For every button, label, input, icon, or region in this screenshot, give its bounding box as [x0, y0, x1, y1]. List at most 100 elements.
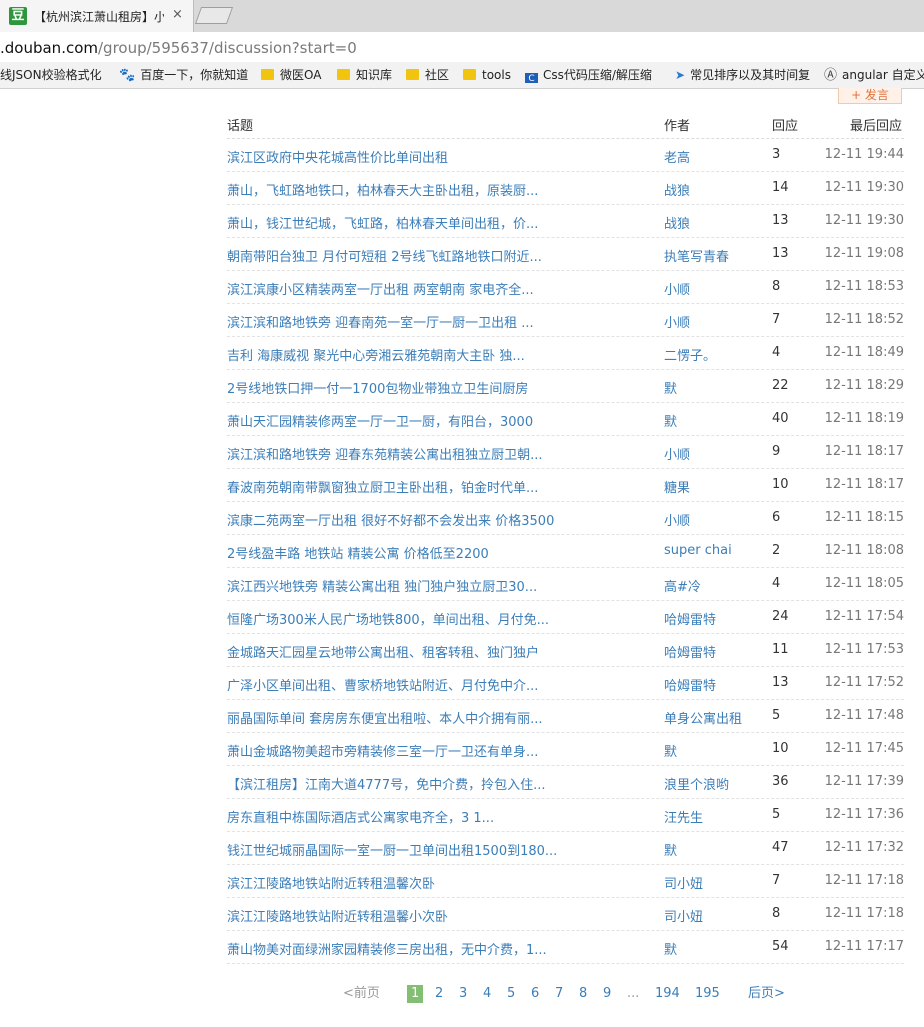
- topic-link[interactable]: 金城路天汇园星云地带公寓出租、租客转租、独门独户: [227, 642, 647, 661]
- folder-icon: [261, 69, 274, 80]
- bookmark-folder-community[interactable]: 社区: [406, 67, 449, 83]
- author-link[interactable]: 默: [664, 939, 764, 958]
- reply-count: 13: [772, 246, 789, 261]
- last-reply-time: 12-11 17:54: [824, 609, 904, 624]
- author-link[interactable]: 糖果: [664, 477, 764, 496]
- url-text[interactable]: .douban.com/group/595637/discussion?star…: [0, 39, 357, 57]
- author-link[interactable]: 汪先生: [664, 807, 764, 826]
- author-link[interactable]: 浪里个浪哟: [664, 774, 764, 793]
- topic-link[interactable]: 房东直租中栋国际酒店式公寓家电齐全，3 1...: [227, 807, 647, 826]
- reply-count: 7: [772, 873, 781, 888]
- author-link[interactable]: 战狼: [664, 213, 764, 232]
- topic-link[interactable]: 滨康二苑两室一厅出租 很好不好都不会发出来 价格3500: [227, 510, 647, 529]
- author-link[interactable]: 哈姆雷特: [664, 642, 764, 661]
- browser-tab-active[interactable]: 豆 【杭州滨江萧山租房】小 ×: [0, 0, 194, 32]
- topic-link[interactable]: 滨江江陵路地铁站附近转租温馨小次卧: [227, 906, 647, 925]
- folder-icon: [406, 69, 419, 80]
- table-row: 萧山物美对面绿洲家园精装修三房出租，无中介费，1... 默 54 12-11 17:1…: [227, 931, 904, 964]
- page-link-5[interactable]: 5: [507, 985, 515, 1003]
- last-reply-time: 12-11 17:52: [824, 675, 904, 690]
- topic-link[interactable]: 钱江世纪城丽晶国际一室一厨一卫单间出租1500到180...: [227, 840, 647, 859]
- author-link[interactable]: 小顺: [664, 444, 764, 463]
- topic-link[interactable]: 滨江滨和路地铁旁 迎春东苑精装公寓出租独立厨卫朝...: [227, 444, 647, 463]
- table-row: 丽晶国际单间 套房房东便宜出租啦、本人中介拥有丽... 单身公寓出租 5 12-11 …: [227, 700, 904, 733]
- author-link[interactable]: 默: [664, 840, 764, 859]
- page-link-7[interactable]: 7: [555, 985, 563, 1003]
- author-link[interactable]: 单身公寓出租: [664, 708, 764, 727]
- author-link[interactable]: 哈姆雷特: [664, 675, 764, 694]
- last-reply-time: 12-11 18:52: [824, 312, 904, 327]
- page-link-194[interactable]: 194: [655, 985, 680, 1003]
- topic-link[interactable]: 滨江区政府中央花城高性价比单间出租: [227, 147, 647, 166]
- page-ellipsis: ...: [627, 986, 640, 1001]
- reply-count: 5: [772, 807, 781, 822]
- last-reply-time: 12-11 17:39: [824, 774, 904, 789]
- last-reply-time: 12-11 19:30: [824, 213, 904, 228]
- topic-link[interactable]: 春波南苑朝南带飘窗独立厨卫主卧出租，铂金时代单...: [227, 477, 647, 496]
- reply-count: 2: [772, 543, 781, 558]
- last-reply-time: 12-11 17:45: [824, 741, 904, 756]
- topic-link[interactable]: 滨江西兴地铁旁 精装公寓出租 独门独户独立厨卫30...: [227, 576, 647, 595]
- topic-link[interactable]: 吉利 海康威视 聚光中心旁湘云雅苑朝南大主卧 独...: [227, 345, 647, 364]
- author-link[interactable]: 哈姆雷特: [664, 609, 764, 628]
- author-link[interactable]: 小顺: [664, 279, 764, 298]
- page-link-6[interactable]: 6: [531, 985, 539, 1003]
- next-page-button[interactable]: 后页>: [748, 985, 785, 1003]
- topic-link[interactable]: 恒隆广场300米人民广场地铁800，单间出租、月付免...: [227, 609, 647, 628]
- topic-link[interactable]: 朝南带阳台独卫 月付可短租 2号线飞虹路地铁口附近...: [227, 246, 647, 265]
- topic-link[interactable]: 2号线盈丰路 地铁站 精装公寓 价格低至2200: [227, 543, 647, 562]
- page-link-4[interactable]: 4: [483, 985, 491, 1003]
- table-row: 萧山天汇园精装修两室一厅一卫一厨，有阳台，3000 默 40 12-11 18:19: [227, 403, 904, 436]
- topic-link[interactable]: 【滨江租房】江南大道4777号，免中介费，拎包入住...: [227, 774, 647, 793]
- author-link[interactable]: 老高: [664, 147, 764, 166]
- topic-link[interactable]: 2号线地铁口押一付一1700包物业带独立卫生间厨房: [227, 378, 647, 397]
- reply-count: 14: [772, 180, 789, 195]
- author-link[interactable]: 默: [664, 411, 764, 430]
- table-row: 滨江滨和路地铁旁 迎春东苑精装公寓出租独立厨卫朝... 小顺 9 12-11 18:1…: [227, 436, 904, 469]
- page-1-current: 1: [407, 985, 424, 1003]
- author-link[interactable]: 司小妞: [664, 906, 764, 925]
- topic-link[interactable]: 广泽小区单间出租、曹家桥地铁站附近、月付免中介...: [227, 675, 647, 694]
- page-link-195[interactable]: 195: [695, 985, 720, 1003]
- author-link[interactable]: 二愣子。: [664, 345, 764, 364]
- author-link[interactable]: super chai: [664, 543, 764, 558]
- topic-link[interactable]: 滨江滨康小区精装两室一厅出租 两室朝南 家电齐全...: [227, 279, 647, 298]
- bookmark-baidu[interactable]: 🐾 百度一下，你就知道: [119, 67, 248, 83]
- topic-link[interactable]: 萧山金城路物美超市旁精装修三室一厅一卫还有单身...: [227, 741, 647, 760]
- author-link[interactable]: 高#冷: [664, 576, 764, 595]
- bookmark-folder-knowledge[interactable]: 知识库: [337, 67, 392, 83]
- discussion-table: 话题 作者 回应 最后回应 滨江区政府中央花城高性价比单间出租 老高 3 12-11 …: [227, 106, 904, 964]
- topic-link[interactable]: 滨江江陵路地铁站附近转租温馨次卧: [227, 873, 647, 892]
- tab-close-icon[interactable]: ×: [172, 7, 183, 22]
- bookmark-angular[interactable]: Ⓐangular 自定义: [824, 67, 924, 83]
- bookmark-json-validator[interactable]: 线JSON校验格式化: [0, 67, 102, 83]
- page-link-3[interactable]: 3: [459, 985, 467, 1003]
- reply-count: 24: [772, 609, 789, 624]
- author-link[interactable]: 小顺: [664, 510, 764, 529]
- author-link[interactable]: 默: [664, 378, 764, 397]
- author-link[interactable]: 司小妞: [664, 873, 764, 892]
- author-link[interactable]: 小顺: [664, 312, 764, 331]
- topic-link[interactable]: 萧山物美对面绿洲家园精装修三房出租，无中介费，1...: [227, 939, 647, 958]
- author-link[interactable]: 执笔写青春: [664, 246, 764, 265]
- bookmark-folder-oa[interactable]: 微医OA: [261, 67, 321, 83]
- author-link[interactable]: 战狼: [664, 180, 764, 199]
- topic-link[interactable]: 滨江滨和路地铁旁 迎春南苑一室一厅一厨一卫出租 ...: [227, 312, 647, 331]
- post-button[interactable]: + 发言: [838, 88, 902, 104]
- topic-link[interactable]: 萧山，飞虹路地铁口，柏林春天大主卧出租，原装厨...: [227, 180, 647, 199]
- topic-link[interactable]: 丽晶国际单间 套房房东便宜出租啦、本人中介拥有丽...: [227, 708, 647, 727]
- page-link-2[interactable]: 2: [435, 985, 443, 1003]
- page-link-8[interactable]: 8: [579, 985, 587, 1003]
- address-bar[interactable]: .douban.com/group/595637/discussion?star…: [0, 32, 924, 63]
- topic-link[interactable]: 萧山天汇园精装修两室一厅一卫一厨，有阳台，3000: [227, 411, 647, 430]
- paper-plane-icon: ➤: [675, 68, 686, 82]
- table-row: 恒隆广场300米人民广场地铁800，单间出租、月付免... 哈姆雷特 24 12-11…: [227, 601, 904, 634]
- page-link-9[interactable]: 9: [603, 985, 611, 1003]
- bookmark-folder-tools[interactable]: tools: [463, 67, 511, 83]
- bookmark-css-compress[interactable]: C Css代码压缩/解压缩: [525, 67, 661, 83]
- new-tab-button[interactable]: [194, 7, 234, 24]
- topic-link[interactable]: 萧山，钱江世纪城，飞虹路，柏林春天单间出租，价...: [227, 213, 647, 232]
- bookmark-sorting[interactable]: ➤ 常见排序以及其时间复: [675, 67, 811, 83]
- bookmark-label: 线JSON校验格式化: [0, 68, 102, 82]
- author-link[interactable]: 默: [664, 741, 764, 760]
